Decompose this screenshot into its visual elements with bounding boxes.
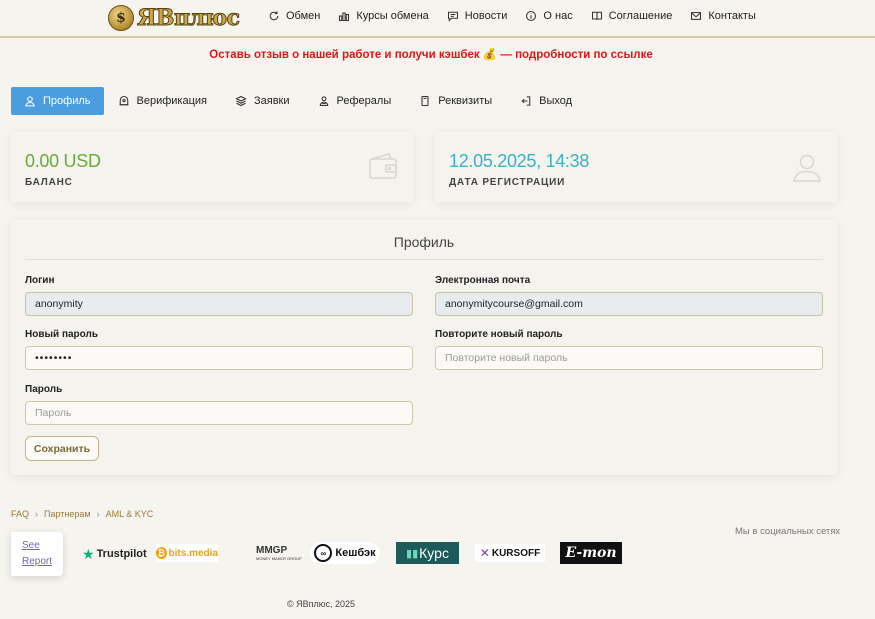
chevron-right-icon: › [96,509,100,519]
nav-contacts[interactable]: Контакты [690,10,756,22]
copyright: © ЯВплюс, 2025 [287,599,356,609]
nav-exchange[interactable]: Обмен [268,10,320,22]
registration-value: 12.05.2025, 14:38 [449,151,590,171]
new-password-label: Новый пароль [25,329,99,340]
star-icon: ★ [82,545,95,562]
tab-logout[interactable]: Выход [508,87,584,115]
partner-bitsmedia[interactable]: ₿ bits.media [156,544,218,562]
nav-exchange-label: Обмен [286,10,321,22]
tab-orders[interactable]: Заявки [223,87,302,115]
nav-news-label: Новости [464,10,508,22]
registration-label: ДАТА РЕГИСТРАЦИИ [449,177,566,188]
login-input[interactable]: anonymity [25,292,413,316]
verify-icon [119,95,128,106]
social-label: Мы в социальных сетях [735,526,841,537]
partner-trustpilot[interactable]: ★ Trustpilot [82,546,147,562]
partner-kursoff[interactable]: ✕ KURSOFF [475,544,545,562]
info-icon [526,10,537,22]
tab-referrals[interactable]: Рефералы [306,87,404,115]
partner-mmgp-label: MMGP [256,544,288,556]
report-widget[interactable]: See Report [11,532,63,576]
user-icon [25,96,35,107]
site-logo[interactable]: $ ЯВплюс [108,4,241,32]
bar-chart-icon [339,12,350,22]
profile-title: Профиль [25,234,823,260]
user-silhouette-icon [793,154,821,182]
partner-mmgp-tagline: MONEY MAKER GROUP [256,555,302,561]
balance-card: 0.00 USD БАЛАНС [11,132,413,202]
chart-bars-icon: ▮▮ [406,547,419,560]
book-icon [591,11,602,20]
partner-cashback[interactable]: ∞ Кешбэк [310,542,380,564]
cashback-banner[interactable]: Оставь отзыв о нашей работе и получи кэш… [0,47,862,61]
login-label: Логин [25,275,55,286]
glasses-icon: ∞ [314,544,333,562]
partner-emon-label: E-mon [565,545,617,561]
k-arrow-icon: ✕ [479,546,490,560]
coin-logo-icon: $ [108,5,134,31]
registration-card: 12.05.2025, 14:38 ДАТА РЕГИСТРАЦИИ [435,132,837,202]
tab-referrals-label: Рефералы [336,95,392,107]
partner-cashback-label: Кешбэк [335,547,376,559]
footer-links: FAQ › Партнерам › AML & KYC [11,509,153,519]
partner-kurs[interactable]: ▮▮ Курс [396,542,459,564]
tab-verification[interactable]: Верификация [106,87,220,115]
report-see-link[interactable]: See [22,540,40,551]
balance-label: БАЛАНС [25,177,73,188]
message-icon [447,11,458,22]
tab-profile-label: Профиль [43,95,91,107]
save-button[interactable]: Сохранить [25,436,99,461]
nav-rates-label: Курсы обмена [356,10,429,22]
nav-rates[interactable]: Курсы обмена [338,10,429,22]
password-label: Пароль [25,384,63,395]
logout-icon [521,96,531,106]
footer-link-aml[interactable]: AML & KYC [106,509,154,519]
partner-kursoff-label: KURSOFF [491,547,541,559]
logo-text: ЯВплюс [137,5,241,32]
nav-contacts-label: Контакты [708,10,756,22]
banner-text-end: — подробности по ссылке [500,49,653,61]
balance-value: 0.00 USD [25,151,101,171]
nav-news[interactable]: Новости [447,10,508,22]
new-password-input[interactable]: •••••••• [25,346,413,370]
footer-link-faq[interactable]: FAQ [11,509,29,519]
tab-requisites[interactable]: Реквизиты [407,87,504,115]
layers-icon [235,95,247,107]
tab-logout-label: Выход [539,95,573,107]
money-bag-icon: 💰 [482,49,498,61]
mail-icon [691,12,702,20]
email-label: Электронная почта [435,275,531,286]
refresh-icon [269,11,279,21]
partner-mmgp[interactable]: MMGP MONEY MAKER GROUP [238,542,302,564]
tab-orders-label: Заявки [254,95,290,107]
tab-verification-label: Верификация [136,95,208,107]
wallet-icon [369,153,397,179]
partner-bitsmedia-label: bits.media [168,547,218,559]
account-tabs: Профиль Верификация Заявки Рефералы Рекв… [11,87,588,115]
card-icon [421,95,429,107]
partner-trustpilot-label: Trustpilot [96,548,147,560]
nav-about-label: О нас [543,10,573,22]
report-link[interactable]: Report [22,556,52,567]
chevron-right-icon: › [35,509,39,519]
partner-emon[interactable]: E-mon [560,542,622,564]
bitcoin-icon: ₿ [156,547,167,559]
users-icon [319,96,328,107]
banner-text-start: Оставь отзыв о нашей работе и получи кэш… [209,49,480,61]
tab-requisites-label: Реквизиты [438,95,493,107]
repeat-password-input[interactable]: Повторите новый пароль [435,346,823,370]
tab-profile[interactable]: Профиль [11,87,104,115]
email-input[interactable]: anonymitycourse@gmail.com [435,292,823,316]
nav-agreement[interactable]: Соглашение [591,10,673,22]
main-nav: Обмен Курсы обмена Новости О нас Соглаше… [268,10,774,22]
footer-link-partners[interactable]: Партнерам [44,509,91,519]
profile-form-card: Профиль Логин anonymity Электронная почт… [11,220,837,475]
site-header: $ ЯВплюс Обмен Курсы обмена Новости О на… [0,0,875,38]
password-input[interactable]: Пароль [25,401,413,425]
nav-about[interactable]: О нас [525,10,573,22]
repeat-password-label: Повторите новый пароль [435,329,563,340]
nav-agreement-label: Соглашение [608,10,673,22]
partner-kurs-label: Курс [419,545,449,561]
